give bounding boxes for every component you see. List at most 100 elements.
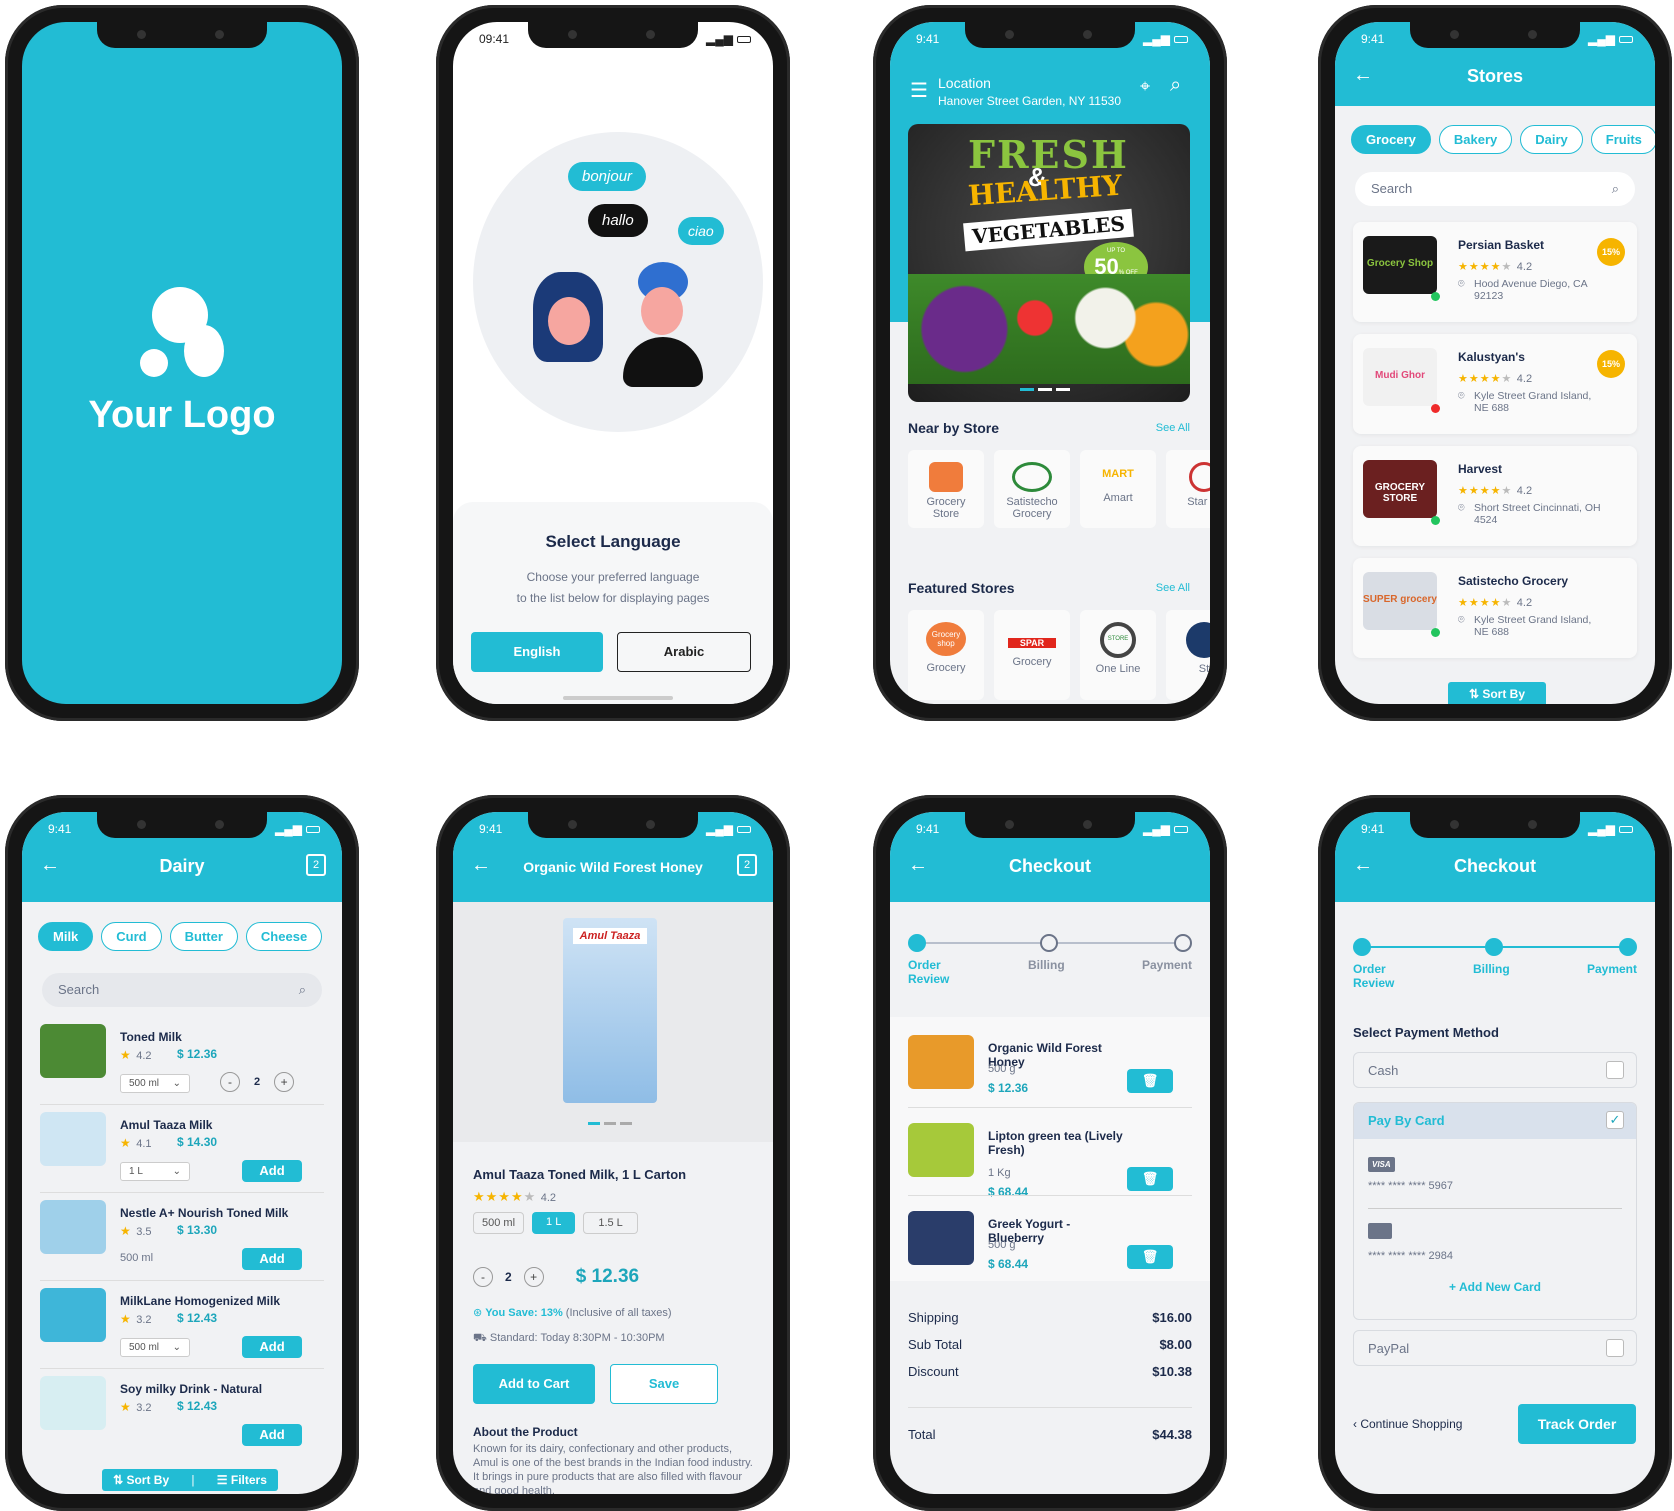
size-dropdown[interactable]: 500 ml ⌄ (120, 1074, 190, 1093)
chip-dairy[interactable]: Dairy (1520, 125, 1583, 154)
cart-icon[interactable]: 2 (737, 854, 757, 876)
store-card[interactable]: SPAR Grocery (994, 610, 1070, 700)
filters-button[interactable]: ☰ Filters (217, 1473, 267, 1487)
phone-home: 9:41 ▂▄▆ ☰ Location Hanover Street Garden… (873, 5, 1227, 721)
store-list-item[interactable]: Mudi Ghor Kalustyan's ★★★★★ 4.2 ⌾ Kyle St… (1353, 334, 1637, 434)
size-dropdown[interactable]: 1 L ⌄ (120, 1162, 190, 1181)
step-label-payment: Payment (1586, 962, 1637, 976)
store-card[interactable]: Star St (1166, 450, 1210, 528)
delete-button[interactable]: 🗑 (1127, 1167, 1173, 1191)
chip-fruits[interactable]: Fruits (1590, 125, 1655, 154)
chip-grocery[interactable]: Grocery (1351, 125, 1431, 154)
store-name: Satistecho Grocery (1458, 574, 1569, 588)
product-gallery[interactable]: Amul Taaza (453, 902, 773, 1142)
arabic-button[interactable]: Arabic (617, 632, 751, 672)
sort-label: Sort By (1482, 687, 1526, 701)
decrement-button[interactable]: - (220, 1072, 240, 1092)
track-order-button[interactable]: Track Order (1518, 1404, 1636, 1444)
add-to-cart-button[interactable]: Add to Cart (473, 1364, 595, 1404)
save-button[interactable]: Save (610, 1364, 718, 1404)
english-button[interactable]: English (471, 632, 603, 672)
store-card[interactable]: Grocery Store (908, 450, 984, 528)
store-list-item[interactable]: Grocery Shop Persian Basket ★★★★★ 4.2 ⌾ H… (1353, 222, 1637, 322)
add-button[interactable]: Add (242, 1336, 302, 1358)
store-card[interactable]: Grocery shop Grocery (908, 610, 984, 700)
size-dropdown[interactable]: 500 ml ⌄ (120, 1338, 190, 1357)
store-name: One Line (1095, 663, 1141, 675)
delete-button[interactable]: 🗑 (1127, 1069, 1173, 1093)
size-option[interactable]: 500 ml (473, 1212, 525, 1234)
star-rating: ★★★★★ (1458, 373, 1513, 385)
location-pin-icon: ⌾ (1458, 390, 1465, 402)
product-image: Amul Taaza (563, 918, 657, 1103)
carousel-dots[interactable] (1020, 388, 1070, 391)
location-address[interactable]: Hanover Street Garden, NY 11530 (938, 94, 1121, 108)
product-price: $ 12.36 (177, 1047, 218, 1061)
chip-curd[interactable]: Curd (101, 922, 162, 951)
decrement-button[interactable]: - (473, 1267, 493, 1287)
chip-milk[interactable]: Milk (38, 922, 94, 951)
search-input[interactable]: Search ⌕ (1355, 172, 1635, 206)
add-button[interactable]: Add (242, 1160, 302, 1182)
gallery-dots[interactable] (588, 1122, 632, 1125)
sheet-desc-1: Choose your preferred language (526, 570, 700, 584)
promo-banner[interactable]: FRESH & HEALTHY VEGETABLES UP TO 50% OFF (908, 124, 1190, 402)
store-card[interactable]: St (1166, 610, 1210, 700)
step-dot-payment[interactable] (1619, 938, 1637, 956)
sort-icon: ⇅ (1468, 687, 1483, 701)
search-input[interactable]: Search ⌕ (42, 973, 322, 1007)
size-option[interactable]: 1.5 L (583, 1212, 638, 1234)
phone-splash: Your Logo (5, 5, 359, 721)
payment-option-card[interactable]: Pay By Card ✓ VISA **** **** **** 5967 ***… (1353, 1102, 1637, 1320)
card-checkbox-checked[interactable]: ✓ (1606, 1111, 1624, 1129)
address-line-1: Kyle Street Grand Island, (1474, 390, 1592, 402)
save-note: (Inclusive of all taxes) (565, 1307, 672, 1319)
chip-cheese[interactable]: Cheese (245, 922, 323, 951)
step-dot-order-review[interactable] (1353, 938, 1371, 956)
sort-by-button[interactable]: ⇅ Sort By (113, 1473, 169, 1487)
cash-checkbox[interactable] (1606, 1061, 1624, 1079)
map-icon[interactable]: ⌖ (1140, 76, 1150, 97)
store-logo (1186, 622, 1210, 658)
saved-card[interactable]: VISA **** **** **** 5967 (1354, 1139, 1636, 1192)
chip-bakery[interactable]: Bakery (1438, 125, 1513, 154)
delete-button[interactable]: 🗑 (1127, 1245, 1173, 1269)
store-card[interactable]: MART Amart (1080, 450, 1156, 528)
store-card[interactable]: Satistecho Grocery (994, 450, 1070, 528)
add-button[interactable]: Add (242, 1424, 302, 1446)
step-dot-order-review[interactable] (908, 934, 926, 952)
saved-card[interactable]: **** **** **** 2984 (1354, 1209, 1636, 1262)
payment-option-paypal[interactable]: PayPal (1353, 1330, 1637, 1366)
search-icon[interactable]: ⌕ (1170, 74, 1181, 97)
store-card[interactable]: STORE One Line (1080, 610, 1156, 700)
product-price: $ 12.43 (177, 1311, 218, 1325)
continue-shopping-link[interactable]: ‹ Continue Shopping (1353, 1417, 1462, 1431)
paypal-checkbox[interactable] (1606, 1339, 1624, 1357)
step-dot-payment[interactable] (1174, 934, 1192, 952)
sort-by-button[interactable]: ⇅ Sort By (1448, 682, 1546, 704)
size-option-selected[interactable]: 1 L (532, 1212, 576, 1234)
language-screen: 09:41 ▂▄▆ bonjour hallo ciao Select Langu… (453, 22, 773, 704)
add-button[interactable]: Add (242, 1248, 302, 1270)
cart-icon[interactable]: 2 (306, 854, 326, 876)
store-list-item[interactable]: SUPER grocery Satistecho Grocery ★★★★★ 4… (1353, 558, 1637, 658)
increment-button[interactable]: + (274, 1072, 295, 1092)
add-new-card-link[interactable]: + Add New Card (1354, 1280, 1636, 1294)
status-time: 9:41 (1361, 822, 1385, 836)
nearby-see-all[interactable]: See All (1156, 422, 1190, 434)
store-logo: Mudi Ghor (1363, 348, 1437, 406)
chip-butter[interactable]: Butter (169, 922, 238, 951)
location-label: Location (938, 75, 991, 91)
step-dot-billing[interactable] (1485, 938, 1503, 956)
product-name: Amul Taaza Toned Milk, 1 L Carton (473, 1167, 687, 1182)
continue-label: Continue Shopping (1360, 1417, 1463, 1431)
step-dot-billing[interactable] (1040, 934, 1058, 952)
menu-icon[interactable]: ☰ (910, 78, 928, 103)
store-address: ⌾ Hood Avenue Diego, CA 92123 (1458, 278, 1588, 302)
payment-option-cash[interactable]: Cash (1353, 1052, 1637, 1088)
total-row: Total $44.38 (908, 1427, 1192, 1442)
featured-see-all[interactable]: See All (1156, 582, 1190, 594)
savings-line: ⊛ You Save: 13% (Inclusive of all taxes) (473, 1306, 672, 1319)
increment-button[interactable]: + (523, 1267, 544, 1287)
store-list-item[interactable]: GROCERY STORE Harvest ★★★★★ 4.2 ⌾ Short S… (1353, 446, 1637, 546)
